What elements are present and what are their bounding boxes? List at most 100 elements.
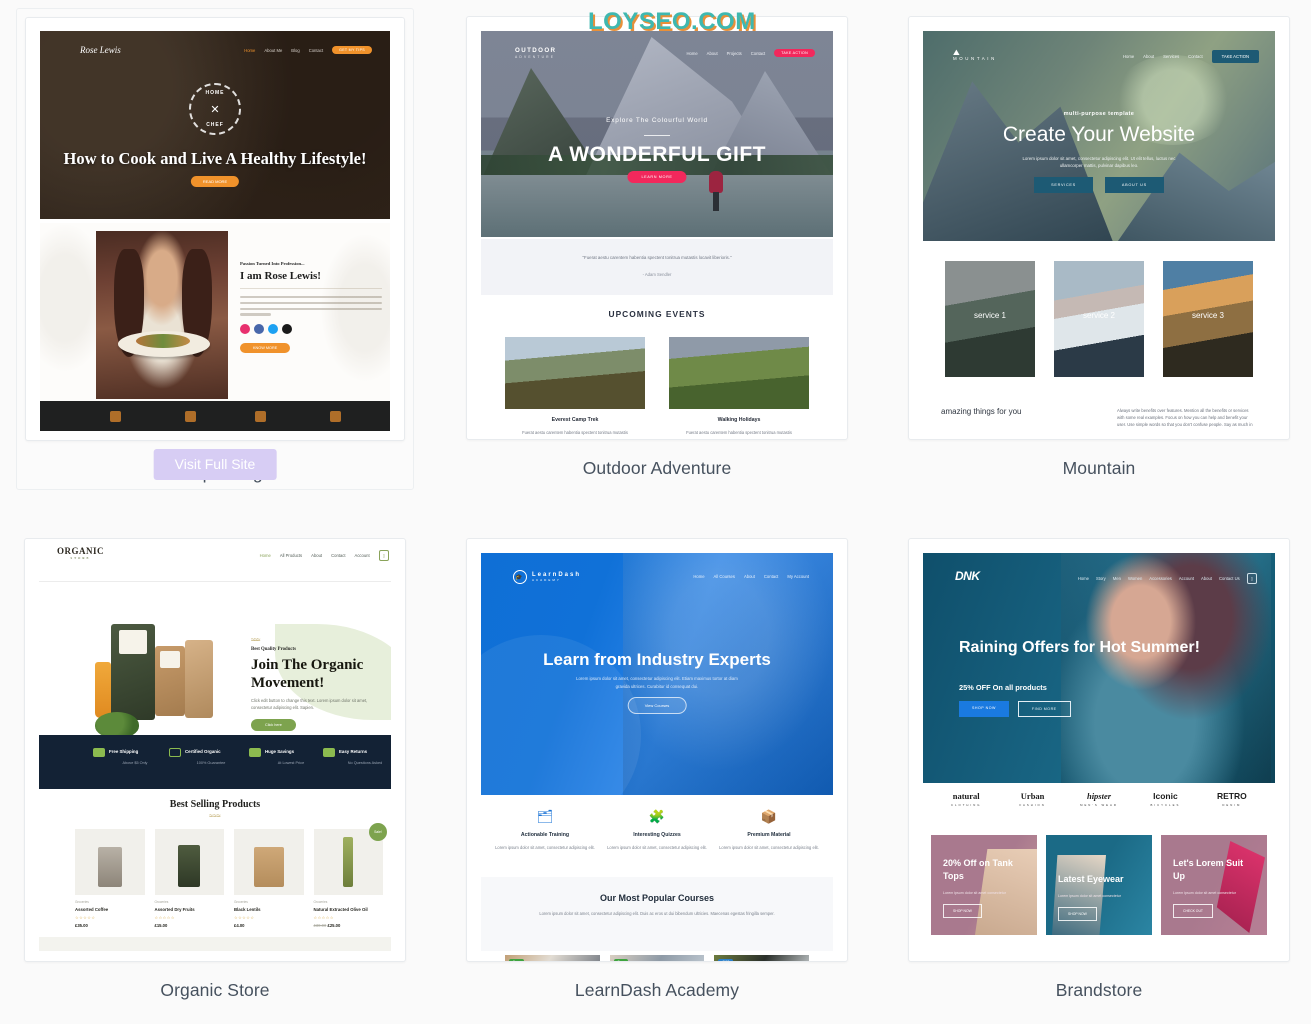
preview-hero: ⛰ MOUNTAIN Home About Services Contact T…: [923, 31, 1275, 241]
product-item: Groceries Assorted Dry Fruits ☆☆☆☆☆ £15.…: [154, 829, 224, 928]
template-preview-learndash-academy[interactable]: 🎓 LearnDash ACADEMY Home All Courses Abo…: [466, 538, 848, 962]
certified-icon: [169, 748, 181, 757]
popular-courses-section: Our Most Popular Courses Lorem ipsum dol…: [481, 877, 833, 961]
site-nav: Home All Courses About Contact My Accoun…: [693, 574, 809, 579]
visit-full-site-button[interactable]: Visit Full Site: [153, 449, 277, 480]
feature-sub: No Questions Asked: [347, 761, 383, 765]
template-grid: Rose Lewis Home About Me Blog Contact GE…: [0, 0, 1311, 1001]
section-title: Best Selling Products: [169, 799, 261, 810]
template-preview-outdoor-adventure[interactable]: OUTDOOR ADVENTURE Home About Projects Co…: [466, 16, 848, 440]
product-category: Groceries: [313, 900, 328, 904]
feature-item: 🧩 Interesting Quizzes Lorem ipsum dolor …: [601, 809, 713, 851]
about-paragraph: [240, 296, 382, 316]
product-item: Sale! Groceries Natural Extracted Olive …: [313, 823, 387, 928]
hero-offer: 25% OFF On all products: [959, 683, 1047, 692]
product-price: £15.00: [154, 923, 168, 928]
sale-badge: Sale!: [369, 823, 387, 841]
nav-item-contact-us: Contact Us: [1218, 576, 1240, 581]
logo-subtext: ADVENTURE: [515, 55, 556, 59]
nav-item-projects: Projects: [726, 50, 742, 56]
emblem-top-text: HOME: [205, 90, 225, 96]
service-label: service 3: [1191, 311, 1224, 320]
nav-item-accessories: Accessories: [1149, 576, 1172, 581]
quiz-icon: 🧩: [648, 809, 666, 824]
hero-headline: Join The Organic Movement!: [251, 657, 364, 691]
chef-emblem-icon: HOME ✕ CHEF: [189, 83, 241, 135]
brand-sub: DENIM: [1222, 803, 1242, 807]
hero-headline: How to Cook and Live A Healthy Lifestyle…: [63, 149, 367, 168]
feature-item: 🗂 Actionable Training Lorem ipsum dolor …: [489, 809, 601, 851]
event-desc: Fuerat aestu carentem habentia spectent …: [522, 430, 628, 435]
site-nav: Home All Products About Contact Account …: [260, 550, 389, 561]
course-item: £100: [714, 955, 810, 961]
template-card-outdoor-adventure[interactable]: OUTDOOR ADVENTURE Home About Projects Co…: [458, 8, 856, 490]
template-card-mountain[interactable]: ⛰ MOUNTAIN Home About Services Contact T…: [900, 8, 1298, 490]
training-icon: 🗂: [536, 809, 554, 824]
brand-name: natural: [952, 791, 980, 801]
template-card-brandstore[interactable]: DNK Home Story Men Women Accessories Acc…: [900, 530, 1298, 1001]
template-name-organic-store: Organic Store: [160, 980, 270, 1000]
promo-list: 20% Off on Tank Tops Lorem ipsum dolor s…: [931, 835, 1267, 935]
about-us-button: ABOUT US: [1104, 177, 1164, 193]
site-logo: ORGANIC STORE: [57, 546, 104, 560]
preview-hero: 🎓 LearnDash ACADEMY Home All Courses Abo…: [481, 553, 833, 795]
shop-now-button: SHOP NOW: [959, 701, 1009, 717]
nav-item-home: Home: [1122, 54, 1135, 59]
event-list: Everest Camp Trek Fuerat aestu carentem …: [505, 337, 809, 435]
watermark: LOYSEO.COM: [588, 8, 756, 35]
course-item: Free: [505, 955, 600, 961]
product-rating: ☆☆☆☆☆: [154, 915, 175, 920]
template-card-learndash-academy[interactable]: 🎓 LearnDash ACADEMY Home All Courses Abo…: [458, 530, 856, 1001]
pinterest-icon: [282, 323, 292, 334]
site-logo: 🎓 LearnDash ACADEMY: [513, 570, 581, 584]
feature-item: Easy Returns No Questions Asked: [321, 748, 405, 765]
product-price: £35.00: [75, 923, 88, 928]
course-item: Free: [609, 955, 705, 961]
brand-name: RETRO: [1216, 791, 1247, 801]
twitter-icon: [268, 323, 278, 334]
brand-name: hipster: [1086, 791, 1112, 801]
template-preview-recipe-blog[interactable]: Rose Lewis Home About Me Blog Contact GE…: [25, 17, 405, 441]
brand-sub: CLOTHING: [950, 803, 982, 807]
product-rating: ☆☆☆☆☆: [75, 915, 96, 920]
preview-hero: OUTDOOR ADVENTURE Home About Projects Co…: [481, 31, 833, 237]
site-nav: Home About Me Blog Contact GET MY TIPS: [244, 46, 372, 54]
promo-button: SHOP NOW: [1058, 907, 1097, 921]
nav-item-story: Story: [1096, 576, 1106, 581]
product-price: £30.00 £25.00: [314, 923, 384, 928]
divider: [644, 135, 670, 136]
product-list: Groceries Assorted Coffee ☆☆☆☆☆ £35.00 G…: [75, 823, 387, 928]
event-title: Everest Camp Trek: [551, 417, 599, 423]
nav-item-about: About Me: [264, 47, 283, 53]
event-image: [669, 337, 809, 409]
template-preview-brandstore[interactable]: DNK Home Story Men Women Accessories Acc…: [908, 538, 1290, 962]
template-card-outer: OUTDOOR ADVENTURE Home About Projects Co…: [458, 8, 856, 479]
nav-item-blog: Blog: [291, 47, 300, 53]
nav-item-about: About: [1201, 576, 1212, 581]
product-rating: ☆☆☆☆☆: [313, 915, 334, 920]
template-card-organic-store[interactable]: ORGANIC STORE Home All Products About Co…: [16, 530, 414, 1001]
service-label: service 1: [973, 311, 1006, 320]
logo-subtext: ACADEMY: [532, 578, 561, 582]
section-subtext: Lorem ipsum dolor sit amet, consectetur …: [539, 911, 775, 916]
nav-item-my-account: My Account: [787, 574, 809, 579]
promo-button: SHOP NOW: [943, 904, 982, 918]
template-card-recipe-blog[interactable]: Rose Lewis Home About Me Blog Contact GE…: [16, 8, 414, 490]
nav-item-men: Men: [1112, 576, 1121, 581]
about-kicker: Passion Turned Into Profession...: [240, 261, 305, 266]
preview-hero: ≈≈≈ Best Quality Products Join The Organ…: [39, 582, 391, 735]
preview-hero: Rose Lewis Home About Me Blog Contact GE…: [40, 31, 390, 219]
site-nav: Home Story Men Women Accessories Account…: [1078, 573, 1257, 584]
features-strip: Free Shipping Above $5 Only Certified Org…: [39, 735, 391, 789]
promo-item: Latest Eyewear Lorem ipsum dolor sit ame…: [1046, 835, 1152, 935]
nav-item-women: Women: [1127, 576, 1143, 581]
hero-headline: A WONDERFUL GIFT: [548, 143, 766, 166]
feature-desc: Lorem ipsum dolor sit amet, consectetur …: [607, 845, 707, 850]
template-card-outer: 🎓 LearnDash ACADEMY Home All Courses Abo…: [458, 530, 856, 1001]
template-preview-mountain[interactable]: ⛰ MOUNTAIN Home About Services Contact T…: [908, 16, 1290, 440]
template-name-mountain: Mountain: [1062, 458, 1136, 478]
nav-item-home: Home: [693, 574, 705, 579]
hero-button: LEARN MORE: [627, 171, 687, 183]
preview-footer: [40, 401, 390, 431]
template-preview-organic-store[interactable]: ORGANIC STORE Home All Products About Co…: [24, 538, 406, 962]
